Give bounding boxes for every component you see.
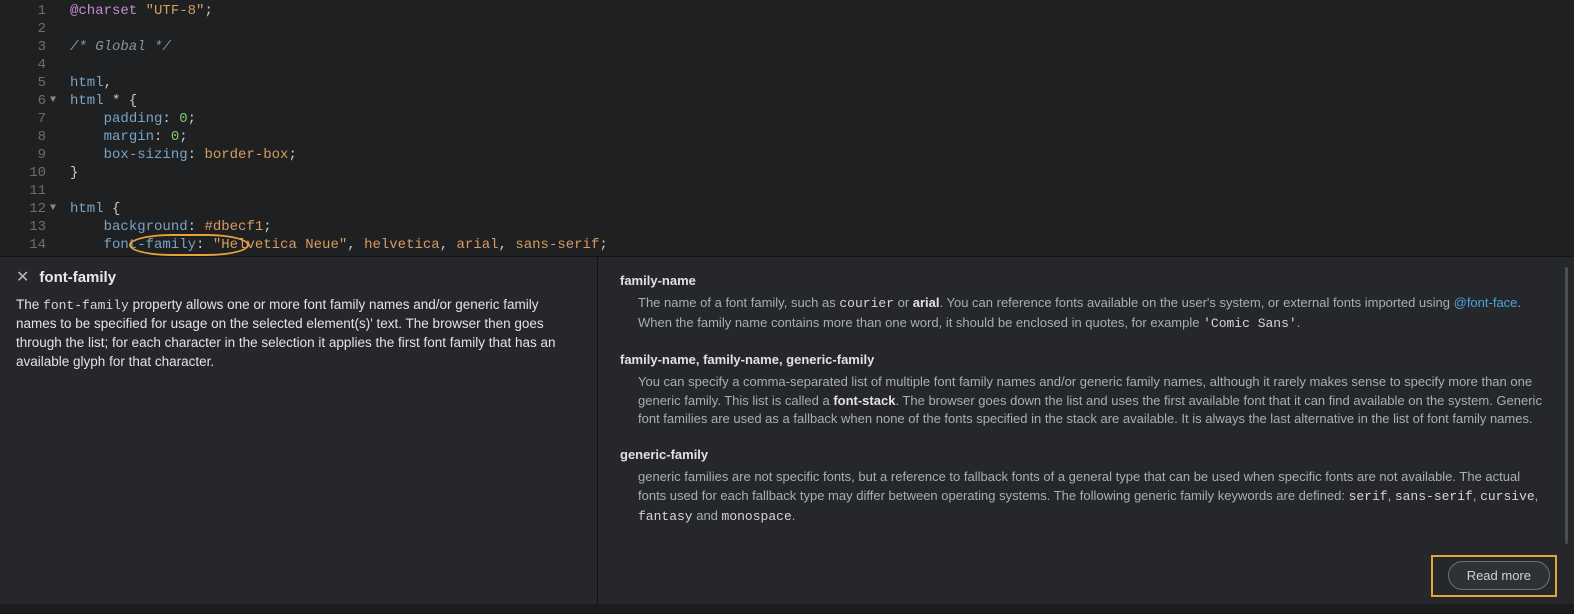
line-number: 10 xyxy=(0,164,46,182)
line-number: 14 xyxy=(0,236,46,254)
line-number: 2 xyxy=(0,20,46,38)
line-number-gutter: 123456▼789101112▼1314 xyxy=(0,2,52,256)
line-number: 13 xyxy=(0,218,46,236)
doc-value-block: generic-family generic families are not s… xyxy=(620,447,1546,527)
line-number: 12▼ xyxy=(0,200,46,218)
code-line[interactable]: /* Global */ xyxy=(70,38,1574,56)
code-line[interactable]: background: #dbecf1; xyxy=(70,218,1574,236)
doc-value-title: family-name xyxy=(620,273,1546,288)
read-more-button[interactable]: Read more xyxy=(1448,561,1550,590)
doc-value-title: generic-family xyxy=(620,447,1546,462)
line-number: 6▼ xyxy=(0,92,46,110)
code-editor[interactable]: 123456▼789101112▼1314 @charset "UTF-8"; /… xyxy=(0,0,1574,256)
doc-value-title: family-name, family-name, generic-family xyxy=(620,352,1546,367)
code-area[interactable]: @charset "UTF-8"; /* Global */ html,html *… xyxy=(52,2,1574,256)
code-line[interactable]: margin: 0; xyxy=(70,128,1574,146)
doc-link[interactable]: @font-face xyxy=(1454,295,1518,310)
bottom-bar xyxy=(0,604,1574,614)
code-line[interactable]: html, xyxy=(70,74,1574,92)
code-line[interactable]: font-family: "Helvetica Neue", helvetica… xyxy=(70,236,1574,254)
code-line[interactable] xyxy=(70,56,1574,74)
code-line[interactable] xyxy=(70,20,1574,38)
code-line[interactable]: } xyxy=(70,164,1574,182)
code-line[interactable]: html { xyxy=(70,200,1574,218)
code-line[interactable] xyxy=(70,182,1574,200)
line-number: 1 xyxy=(0,2,46,20)
line-number: 11 xyxy=(0,182,46,200)
line-number: 8 xyxy=(0,128,46,146)
documentation-panel: ✕ font-family The font-family property a… xyxy=(0,256,1574,604)
close-icon[interactable]: ✕ xyxy=(16,270,29,286)
line-number: 7 xyxy=(0,110,46,128)
line-number: 5 xyxy=(0,74,46,92)
doc-value-block: family-name The name of a font family, su… xyxy=(620,273,1546,334)
doc-values-pane: family-name The name of a font family, su… xyxy=(598,257,1574,604)
doc-description: The font-family property allows one or m… xyxy=(16,296,575,372)
doc-value-description: generic families are not specific fonts,… xyxy=(620,468,1546,527)
line-number: 9 xyxy=(0,146,46,164)
code-line[interactable]: padding: 0; xyxy=(70,110,1574,128)
doc-title: font-family xyxy=(39,269,116,286)
line-number: 3 xyxy=(0,38,46,56)
scrollbar[interactable] xyxy=(1565,267,1568,544)
code-line[interactable]: box-sizing: border-box; xyxy=(70,146,1574,164)
doc-summary-pane: ✕ font-family The font-family property a… xyxy=(0,257,598,604)
code-line[interactable]: html * { xyxy=(70,92,1574,110)
doc-value-block: family-name, family-name, generic-family… xyxy=(620,352,1546,430)
doc-value-description: You can specify a comma-separated list o… xyxy=(620,373,1546,430)
code-line[interactable]: @charset "UTF-8"; xyxy=(70,2,1574,20)
line-number: 4 xyxy=(0,56,46,74)
doc-value-description: The name of a font family, such as couri… xyxy=(620,294,1546,334)
